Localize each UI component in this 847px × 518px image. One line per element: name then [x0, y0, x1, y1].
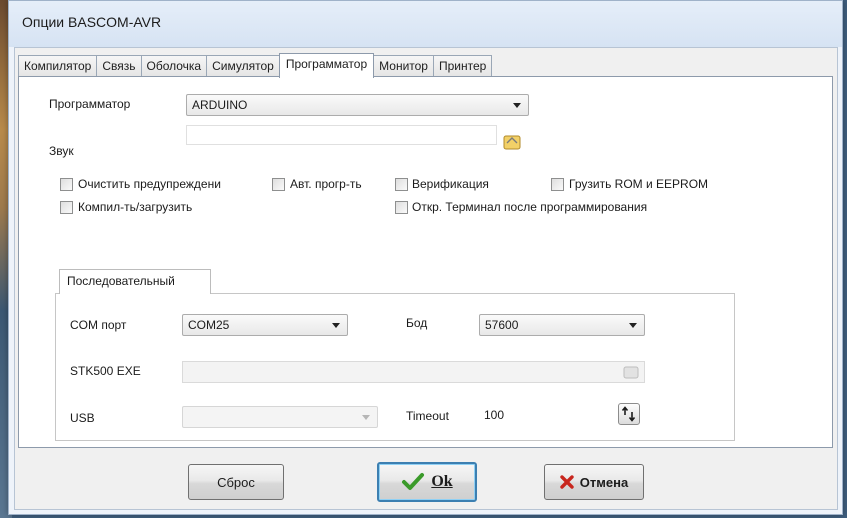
timeout-label: Timeout [406, 409, 449, 423]
reset-button[interactable]: Сброс [188, 464, 284, 500]
up-down-arrows-icon [621, 406, 636, 422]
chevron-down-icon [629, 323, 637, 328]
tab-printer[interactable]: Принтер [432, 55, 493, 77]
auto-program-checkbox[interactable] [272, 178, 285, 191]
timeout-field[interactable]: 100 [479, 404, 641, 426]
chevron-down-icon [332, 323, 340, 328]
baud-value: 57600 [485, 318, 519, 332]
reset-button-label: Сброс [217, 474, 255, 490]
baud-select[interactable]: 57600 [479, 314, 645, 336]
clear-warnings-checkbox[interactable] [60, 178, 73, 191]
sound-browse-button[interactable] [500, 131, 524, 153]
check-icon [402, 473, 425, 490]
programmer-select-value: ARDUINO [192, 98, 248, 112]
open-terminal-checkbox[interactable] [395, 201, 408, 214]
options-dialog: Опции BASCOM-AVR Компилятор Связь Оболоч… [8, 0, 843, 515]
usb-select[interactable] [182, 406, 378, 428]
chevron-down-icon [362, 415, 370, 420]
title-bar[interactable]: Опции BASCOM-AVR [9, 1, 842, 47]
baud-label: Бод [406, 316, 428, 330]
timeout-value: 100 [484, 408, 505, 422]
ok-button[interactable]: Ok [377, 462, 477, 502]
tab-compiler[interactable]: Компилятор [18, 55, 98, 77]
stk500-path-field[interactable] [182, 361, 645, 383]
tab-simulator[interactable]: Симулятор [206, 55, 280, 77]
sound-label: Звук [49, 144, 74, 158]
timeout-spin-button[interactable] [618, 403, 640, 425]
tab-environment[interactable]: Оболочка [140, 55, 208, 77]
sound-field[interactable] [186, 125, 497, 145]
stk500-label: STK500 EXE [70, 364, 141, 378]
programmer-label: Программатор [49, 97, 131, 111]
tab-strip: Компилятор Связь Оболочка Симулятор Прог… [18, 53, 493, 78]
load-rom-eeprom-label: Грузить ROM и EEPROM [569, 177, 709, 191]
tab-programmer[interactable]: Программатор [278, 53, 375, 78]
auto-program-label: Авт. прогр-ть [290, 177, 362, 191]
com-port-label: COM порт [70, 318, 127, 332]
verify-checkbox[interactable] [395, 178, 408, 191]
cancel-button-label: Отмена [579, 474, 629, 490]
programmer-select[interactable]: ARDUINO [186, 94, 529, 116]
close-icon [560, 475, 574, 489]
dialog-client-area: Компилятор Связь Оболочка Симулятор Прог… [14, 47, 838, 510]
programmer-tab-page: Программатор ARDUINO Звук Очистить преду… [18, 76, 833, 448]
compile-upload-checkbox[interactable] [60, 201, 73, 214]
cancel-button[interactable]: Отмена [544, 464, 644, 500]
folder-icon [623, 366, 639, 379]
open-terminal-label: Откр. Терминал после программирования [412, 200, 648, 214]
verify-label: Верификация [412, 177, 489, 191]
clear-warnings-label: Очистить предупреждени [78, 177, 221, 191]
folder-icon [503, 135, 521, 150]
serial-tab[interactable]: Последовательный [59, 269, 211, 294]
com-port-value: COM25 [188, 318, 230, 332]
window-title: Опции BASCOM-AVR [22, 14, 162, 30]
compile-upload-label: Компил-ть/загрузить [78, 200, 193, 214]
ok-button-label: Ok [431, 473, 453, 490]
tab-communication[interactable]: Связь [96, 55, 142, 77]
serial-panel: COM порт COM25 Бод 57600 STK500 EXE USB … [55, 293, 735, 441]
chevron-down-icon [513, 103, 521, 108]
load-rom-eeprom-checkbox[interactable] [551, 178, 564, 191]
tab-monitor[interactable]: Монитор [373, 55, 434, 77]
com-port-select[interactable]: COM25 [182, 314, 348, 336]
stk500-browse-button[interactable] [620, 362, 642, 382]
usb-label: USB [70, 411, 95, 425]
